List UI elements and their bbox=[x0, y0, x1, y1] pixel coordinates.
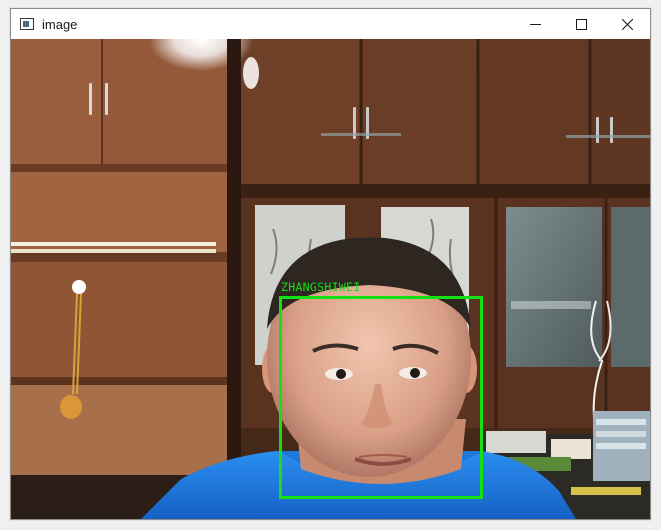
window-controls bbox=[512, 9, 650, 39]
close-icon bbox=[621, 18, 633, 30]
maximize-button[interactable] bbox=[558, 9, 604, 39]
close-button[interactable] bbox=[604, 9, 650, 39]
minimize-icon bbox=[529, 23, 541, 25]
image-window: image ZHANGSHIWEI bbox=[10, 8, 651, 520]
app-image-icon bbox=[20, 18, 34, 30]
minimize-button[interactable] bbox=[512, 9, 558, 39]
title-bar[interactable]: image bbox=[11, 9, 650, 39]
face-detection-box bbox=[279, 296, 483, 499]
window-title: image bbox=[42, 16, 78, 32]
camera-image: ZHANGSHIWEI bbox=[11, 39, 650, 519]
maximize-icon bbox=[575, 18, 587, 30]
face-detection-label: ZHANGSHIWEI bbox=[281, 280, 361, 294]
